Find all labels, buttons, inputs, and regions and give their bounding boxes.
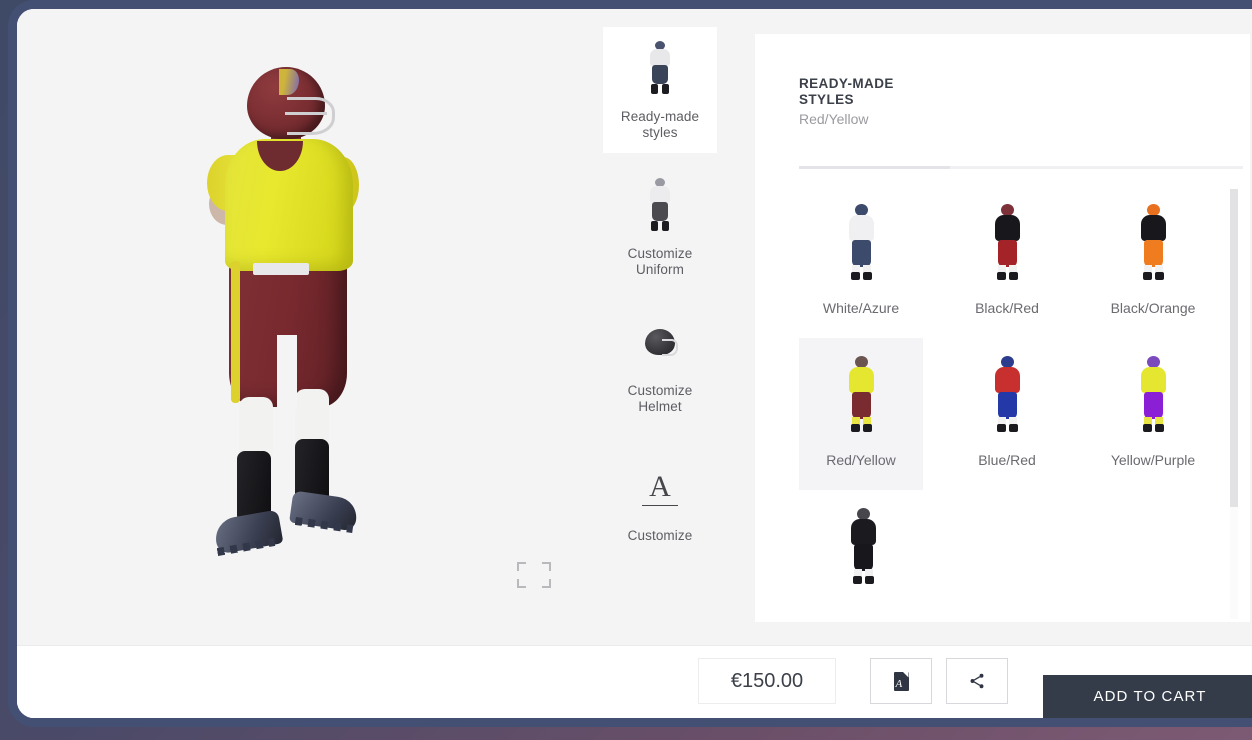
sidebar-item-label: Customize Uniform xyxy=(627,246,693,277)
model-pants-notch xyxy=(277,335,297,409)
player-figure-icon xyxy=(1140,204,1166,280)
swatch-label: Red/Yellow xyxy=(826,452,896,468)
player-model[interactable] xyxy=(195,67,385,587)
player-figure-icon xyxy=(848,356,874,432)
swatch-label: Black/Red xyxy=(975,300,1039,316)
swatch-label: Yellow/Purple xyxy=(1110,452,1196,468)
swatch-label: White/Azure xyxy=(822,300,900,316)
letter-a-glyph: A xyxy=(642,472,678,506)
download-pdf-button[interactable] xyxy=(870,658,932,704)
fullscreen-expand-icon[interactable] xyxy=(515,560,553,590)
letter-a-icon: A xyxy=(609,460,711,516)
scrollbar-thumb[interactable] xyxy=(1230,189,1238,508)
configurator-sidebar: Ready-made styles Customize Uniform Cust… xyxy=(595,9,755,645)
swatch-black-orange[interactable]: Black/Orange xyxy=(1091,186,1215,338)
sidebar-item-label: Ready-made styles xyxy=(620,109,700,140)
sidebar-item-ready-made-styles[interactable]: Ready-made styles xyxy=(603,27,717,153)
swatch-row xyxy=(799,490,1237,606)
swatch-blue-red[interactable]: Blue/Red xyxy=(945,338,1069,490)
swatch-black[interactable] xyxy=(799,490,927,606)
product-3d-viewer[interactable] xyxy=(17,9,595,645)
configurator-stage: Ready-made styles Customize Uniform Cust… xyxy=(17,9,1252,645)
player-figure-icon xyxy=(609,178,711,234)
player-figure-icon xyxy=(994,204,1020,280)
panel-progress-fill xyxy=(799,166,950,169)
swatch-row: White/Azure Black/Red Black/Orange xyxy=(799,186,1237,338)
corner-bracket-bottom-left xyxy=(517,579,526,588)
model-sock-left xyxy=(239,397,273,459)
swatch-yellow-purple[interactable]: Yellow/Purple xyxy=(1091,338,1215,490)
price-display: €150.00 xyxy=(698,658,836,704)
panel-header: READY-MADE STYLES Red/Yellow xyxy=(799,76,1199,127)
swatch-label: Black/Orange xyxy=(1110,300,1196,316)
swatch-row: Red/Yellow Blue/Red Yellow/Purple xyxy=(799,338,1237,490)
options-panel: READY-MADE STYLES Red/Yellow White/Azure… xyxy=(755,34,1250,622)
swatch-red-yellow[interactable]: Red/Yellow xyxy=(799,338,923,490)
model-belt xyxy=(253,263,309,275)
corner-bracket-bottom-right xyxy=(542,579,551,588)
page-title: READY-MADE STYLES xyxy=(799,76,894,107)
swatch-white-azure[interactable]: White/Azure xyxy=(799,186,923,338)
panel-scrollbar[interactable] xyxy=(1230,189,1238,619)
sidebar-item-label: Customize Helmet xyxy=(627,383,693,414)
player-figure-icon xyxy=(850,508,876,584)
add-to-cart-button[interactable]: ADD TO CART xyxy=(1043,675,1252,718)
player-figure-icon xyxy=(994,356,1020,432)
corner-bracket-top-left xyxy=(517,562,526,571)
helmet-icon xyxy=(609,315,711,371)
app-window: Ready-made styles Customize Uniform Cust… xyxy=(8,0,1252,727)
sidebar-item-customize-uniform[interactable]: Customize Uniform xyxy=(603,164,717,290)
corner-bracket-top-right xyxy=(542,562,551,571)
sidebar-item-customize-text[interactable]: A Customize xyxy=(603,446,717,556)
sidebar-item-label: Customize xyxy=(627,528,693,543)
pdf-document-icon xyxy=(893,671,909,691)
panel-progress-bar xyxy=(799,166,1243,169)
model-facemask xyxy=(285,97,335,135)
style-swatch-grid: White/Azure Black/Red Black/Orange Red/Y… xyxy=(799,186,1237,606)
share-icon xyxy=(970,673,984,689)
player-figure-icon xyxy=(848,204,874,280)
sidebar-item-customize-helmet[interactable]: Customize Helmet xyxy=(603,301,717,427)
swatch-label: Blue/Red xyxy=(978,452,1036,468)
player-figure-icon xyxy=(609,41,711,97)
swatch-black-red[interactable]: Black/Red xyxy=(945,186,1069,338)
player-figure-icon xyxy=(1140,356,1166,432)
app-root: Ready-made styles Customize Uniform Cust… xyxy=(17,9,1252,718)
panel-selected-value: Red/Yellow xyxy=(799,111,869,127)
share-button[interactable] xyxy=(946,658,1008,704)
model-pant-stripe xyxy=(231,261,240,403)
